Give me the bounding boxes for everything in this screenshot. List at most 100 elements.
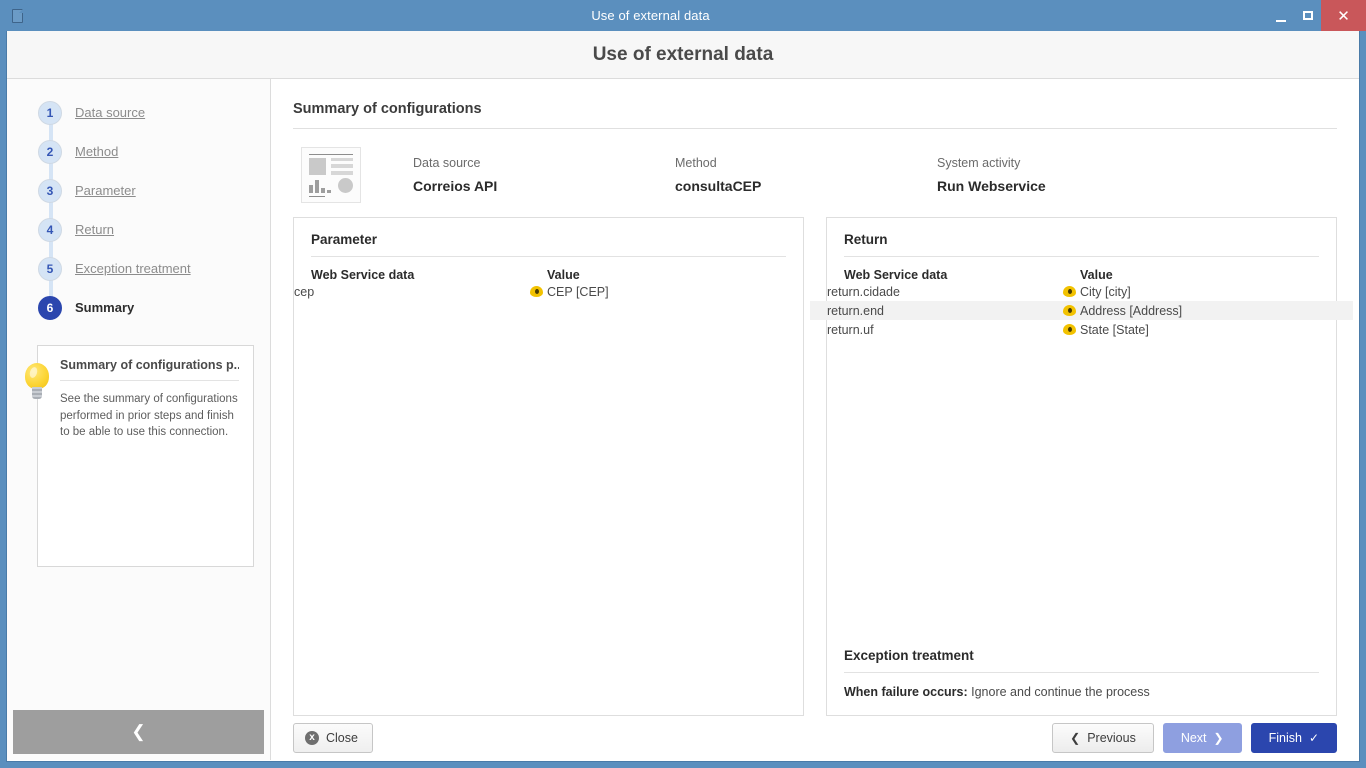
exception-label: When failure occurs: (844, 685, 968, 699)
chevron-left-icon: ❮ (1070, 731, 1081, 745)
finish-button[interactable]: Finish ✓ (1250, 723, 1337, 753)
field-value: Correios API (413, 178, 498, 194)
cell-web-service-data: return.uf (827, 322, 874, 337)
column-header-value: Value (547, 268, 580, 282)
sidebar-item-exception-treatment[interactable]: 5 Exception treatment (7, 249, 270, 320)
cell-web-service-data: cep (294, 284, 315, 299)
table-header: Web Service data Value (844, 268, 1319, 282)
window-title: Use of external data (591, 8, 710, 23)
dialog-window: Use of external data 1 Data source 2 Met… (6, 31, 1360, 762)
application-window: Use of external data ✕ Use of external d… (0, 0, 1366, 768)
column-header-web-service-data: Web Service data (844, 268, 948, 282)
cell-value: State [State] (1063, 323, 1336, 337)
minimize-icon[interactable] (1267, 0, 1294, 31)
close-circle-icon: x (305, 731, 319, 745)
eye-icon (530, 285, 543, 297)
wizard-sidebar: 1 Data source 2 Method 3 Parameter 4 Ret… (7, 79, 271, 760)
table-row[interactable]: return.cidade City [city] (810, 282, 1353, 301)
tip-title: Summary of configurations p... (60, 358, 239, 381)
step-label: Method (75, 144, 119, 159)
section-title: Summary of configurations (293, 101, 1337, 129)
exception-value: Ignore and continue the process (971, 685, 1150, 699)
window-controls: ✕ (1267, 0, 1366, 31)
step-number: 1 (38, 100, 62, 125)
column-header-value: Value (1080, 268, 1113, 282)
panel-title: Parameter (311, 232, 786, 257)
footer-bar: x Close ❮ Previous Next ❯ Finish ✓ (271, 716, 1359, 760)
sidebar-item-method[interactable]: 2 Method (7, 132, 270, 203)
panel-title: Return (844, 232, 1319, 257)
dialog-body: 1 Data source 2 Method 3 Parameter 4 Ret… (7, 79, 1359, 760)
exception-title: Exception treatment (844, 648, 1319, 673)
data-source-thumbnail-icon (301, 147, 361, 203)
table-row[interactable]: return.uf State [State] (810, 320, 1353, 339)
panels-row: Parameter Web Service data Value cep CEP… (293, 217, 1353, 716)
exception-line: When failure occurs: Ignore and continue… (844, 685, 1319, 699)
main-content: Summary of configurations Data source Co… (271, 79, 1359, 760)
close-button[interactable]: x Close (293, 723, 373, 753)
step-label: Parameter (75, 183, 136, 198)
step-number: 5 (38, 256, 62, 281)
dialog-header: Use of external data (7, 31, 1359, 79)
step-label: Summary (75, 300, 135, 315)
sidebar-item-parameter[interactable]: 3 Parameter (7, 171, 270, 242)
previous-button-label: Previous (1087, 731, 1136, 745)
field-label: Method (675, 156, 717, 170)
table-row[interactable]: cep CEP [CEP] (277, 282, 820, 301)
summary-field-data-source: Data source Correios API (413, 156, 675, 194)
lightbulb-icon (22, 363, 52, 401)
cell-web-service-data: return.end (827, 303, 884, 318)
table-row[interactable]: return.end Address [Address] (810, 301, 1353, 320)
cell-web-service-data: return.cidade (827, 284, 900, 299)
cell-value: City [city] (1063, 285, 1336, 299)
summary-strip: Data source Correios API Method consulta… (293, 129, 1337, 217)
help-tip: Summary of configurations p... See the s… (25, 345, 254, 567)
close-icon[interactable]: ✕ (1321, 0, 1366, 31)
next-button-label: Next (1180, 731, 1207, 745)
parameter-panel: Parameter Web Service data Value cep CEP… (293, 217, 804, 716)
cell-value-text: City [city] (1080, 284, 1131, 299)
step-number: 4 (38, 217, 62, 242)
title-bar: Use of external data ✕ (0, 0, 1366, 31)
exception-treatment-block: Exception treatment When failure occurs:… (827, 648, 1336, 715)
field-value: consultaCEP (675, 178, 762, 194)
step-label: Return (75, 222, 115, 237)
step-label: Data source (75, 105, 146, 120)
wizard-steps: 1 Data source 2 Method 3 Parameter 4 Ret… (7, 79, 270, 327)
field-label: Data source (413, 156, 481, 170)
field-label: System activity (937, 156, 1021, 170)
finish-button-label: Finish (1268, 731, 1302, 745)
check-icon: ✓ (1308, 731, 1319, 745)
close-button-label: Close (326, 731, 358, 745)
document-icon (0, 0, 34, 31)
sidebar-item-data-source[interactable]: 1 Data source (7, 93, 270, 164)
cell-value-text: State [State] (1080, 322, 1149, 337)
page-title: Use of external data (592, 43, 774, 65)
chevron-right-icon: ❯ (1213, 731, 1224, 745)
cell-value: Address [Address] (1063, 304, 1336, 318)
maximize-icon[interactable] (1294, 0, 1321, 31)
sidebar-collapse-button[interactable]: ❮ (13, 710, 264, 754)
parameter-rows: cep CEP [CEP] (277, 282, 820, 301)
table-header: Web Service data Value (311, 268, 786, 282)
eye-icon (1063, 285, 1076, 297)
return-panel: Return Web Service data Value return.cid… (810, 217, 1353, 716)
tip-text: See the summary of configurations perfor… (60, 393, 238, 439)
sidebar-item-return[interactable]: 4 Return (7, 210, 270, 281)
next-button[interactable]: Next ❯ (1162, 723, 1242, 753)
previous-button[interactable]: ❮ Previous (1052, 723, 1154, 753)
eye-icon (1063, 304, 1076, 316)
step-number: 2 (38, 139, 62, 164)
field-value: Run Webservice (937, 178, 1046, 194)
eye-icon (1063, 323, 1076, 335)
chevron-left-icon: ❮ (131, 722, 146, 741)
cell-value-text: Address [Address] (1080, 303, 1183, 318)
summary-field-method: Method consultaCEP (675, 156, 937, 194)
summary-fields: Data source Correios API Method consulta… (413, 156, 1199, 194)
column-header-web-service-data: Web Service data (311, 268, 415, 282)
cell-value-text: CEP [CEP] (547, 284, 609, 299)
cell-value: CEP [CEP] (530, 285, 803, 299)
step-label: Exception treatment (75, 261, 191, 276)
sidebar-item-summary[interactable]: 6 Summary (7, 288, 270, 327)
summary-field-system-activity: System activity Run Webservice (937, 156, 1199, 194)
